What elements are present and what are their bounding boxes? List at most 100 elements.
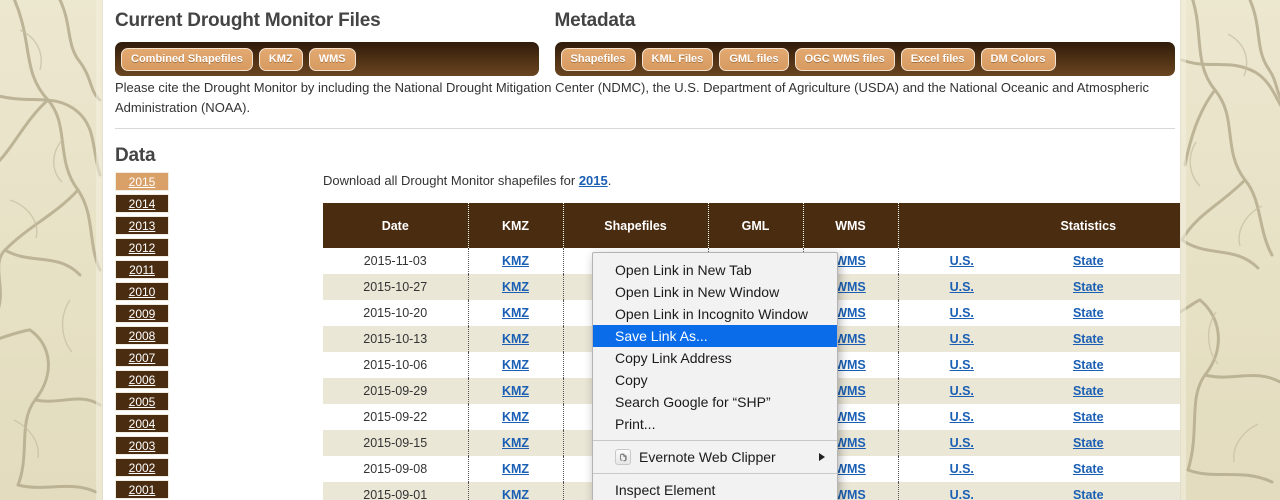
button-metadata-excel-files[interactable]: Excel files [901,48,975,71]
cell-statistics: U.S.StateCounty [898,378,1180,404]
wms-link[interactable]: WMS [835,332,866,346]
statistics-cell-part: County [1152,254,1181,268]
cell-statistics: U.S.StateCounty [898,274,1180,300]
kmz-link[interactable]: KMZ [502,410,529,424]
statistics-cell-part: U.S. [899,462,1026,476]
context-menu-item-open-link-in-new-tab[interactable]: Open Link in New Tab [593,259,837,281]
button-metadata-dm-colors[interactable]: DM Colors [981,48,1056,71]
context-menu-item-print[interactable]: Print... [593,413,837,435]
kmz-link[interactable]: KMZ [502,436,529,450]
wms-link[interactable]: WMS [835,358,866,372]
statistics-link-state[interactable]: State [1073,332,1104,346]
statistics-link-state[interactable]: State [1073,462,1104,476]
context-menu-item-evernote-web-clipper[interactable]: Evernote Web Clipper [593,446,837,468]
button-metadata-kml-files[interactable]: KML Files [642,48,714,71]
statistics-link-us[interactable]: U.S. [950,358,974,372]
year-link-2011[interactable]: 2011 [115,260,169,279]
kmz-link[interactable]: KMZ [502,488,529,500]
context-menu-item-save-link-as[interactable]: Save Link As... [593,325,837,347]
statistics-cell-part: State [1025,280,1152,294]
year-link-2008[interactable]: 2008 [115,326,169,345]
button-kmz[interactable]: KMZ [259,48,303,71]
kmz-link[interactable]: KMZ [502,280,529,294]
statistics-link-state[interactable]: State [1073,436,1104,450]
context-menu-item-copy[interactable]: Copy [593,369,837,391]
statistics-cell-part: State [1025,462,1152,476]
statistics-link-us[interactable]: U.S. [950,488,974,500]
statistics-cell-part: State [1025,384,1152,398]
statistics-link-us[interactable]: U.S. [950,436,974,450]
kmz-link[interactable]: KMZ [502,332,529,346]
browser-context-menu[interactable]: Open Link in New TabOpen Link in New Win… [592,252,838,500]
statistics-link-us[interactable]: U.S. [950,410,974,424]
cell-date: 2015-09-22 [323,404,468,430]
statistics-link-state[interactable]: State [1073,280,1104,294]
kmz-link[interactable]: KMZ [502,254,529,268]
year-link-2002[interactable]: 2002 [115,458,169,477]
year-link-2013[interactable]: 2013 [115,216,169,235]
button-combined-shapefiles[interactable]: Combined Shapefiles [121,48,253,71]
button-metadata-shapefiles[interactable]: Shapefiles [561,48,636,71]
cell-date: 2015-10-27 [323,274,468,300]
statistics-link-state[interactable]: State [1073,384,1104,398]
wms-link[interactable]: WMS [835,384,866,398]
year-link-2010[interactable]: 2010 [115,282,169,301]
statistics-link-state[interactable]: State [1073,488,1104,500]
button-wms[interactable]: WMS [309,48,356,71]
wms-link[interactable]: WMS [835,306,866,320]
statistics-link-state[interactable]: State [1073,254,1104,268]
wms-link[interactable]: WMS [835,436,866,450]
context-menu-item-label: Evernote Web Clipper [639,446,776,468]
statistics-cell-part: U.S. [899,280,1026,294]
year-link-2005[interactable]: 2005 [115,392,169,411]
statistics-link-us[interactable]: U.S. [950,306,974,320]
wms-link[interactable]: WMS [835,280,866,294]
year-link-2007[interactable]: 2007 [115,348,169,367]
statistics-cell-part: State [1025,254,1152,268]
cell-date: 2015-09-01 [323,482,468,500]
statistics-link-us[interactable]: U.S. [950,254,974,268]
context-menu-item-copy-link-address[interactable]: Copy Link Address [593,347,837,369]
context-menu-item-open-link-in-new-window[interactable]: Open Link in New Window [593,281,837,303]
statistics-link-us[interactable]: U.S. [950,280,974,294]
download-year-link[interactable]: 2015 [579,173,608,188]
kmz-link[interactable]: KMZ [502,462,529,476]
statistics-link-state[interactable]: State [1073,358,1104,372]
year-link-2012[interactable]: 2012 [115,238,169,257]
year-link-2004[interactable]: 2004 [115,414,169,433]
section-divider [115,128,1175,129]
wms-link[interactable]: WMS [835,488,866,500]
statistics-link-us[interactable]: U.S. [950,384,974,398]
cell-kmz: KMZ [468,482,563,500]
year-link-2001[interactable]: 2001 [115,480,169,499]
year-link-2014[interactable]: 2014 [115,194,169,213]
statistics-link-state[interactable]: State [1073,410,1104,424]
context-menu-item-inspect-element[interactable]: Inspect Element [593,479,837,500]
wms-link[interactable]: WMS [835,254,866,268]
statistics-cell-part: U.S. [899,384,1026,398]
year-link-2003[interactable]: 2003 [115,436,169,455]
col-header-statistics: Statistics [898,203,1180,248]
button-metadata-ogc-wms-files[interactable]: OGC WMS files [795,48,895,71]
kmz-link[interactable]: KMZ [502,384,529,398]
button-metadata-gml-files[interactable]: GML files [719,48,788,71]
wms-link[interactable]: WMS [835,462,866,476]
download-prefix: Download all Drought Monitor shapefiles … [323,173,579,188]
year-link-2009[interactable]: 2009 [115,304,169,323]
statistics-link-us[interactable]: U.S. [950,462,974,476]
page-content: Current Drought Monitor Files Combined S… [103,0,1180,500]
wms-link[interactable]: WMS [835,410,866,424]
context-menu-item-open-link-in-incognito-window[interactable]: Open Link in Incognito Window [593,303,837,325]
statistics-link-us[interactable]: U.S. [950,332,974,346]
statistics-cell-part: U.S. [899,332,1026,346]
kmz-link[interactable]: KMZ [502,306,529,320]
kmz-link[interactable]: KMZ [502,358,529,372]
year-link-2015[interactable]: 2015 [115,172,169,191]
col-header-gml: GML [708,203,803,248]
statistics-link-state[interactable]: State [1073,306,1104,320]
statistics-cell-part: County [1152,306,1181,320]
context-menu-item-search-google-for-shp[interactable]: Search Google for “SHP” [593,391,837,413]
year-link-2006[interactable]: 2006 [115,370,169,389]
statistics-cell-part: State [1025,488,1152,500]
table-head: Date KMZ Shapefiles GML WMS Statistics [323,203,1180,248]
